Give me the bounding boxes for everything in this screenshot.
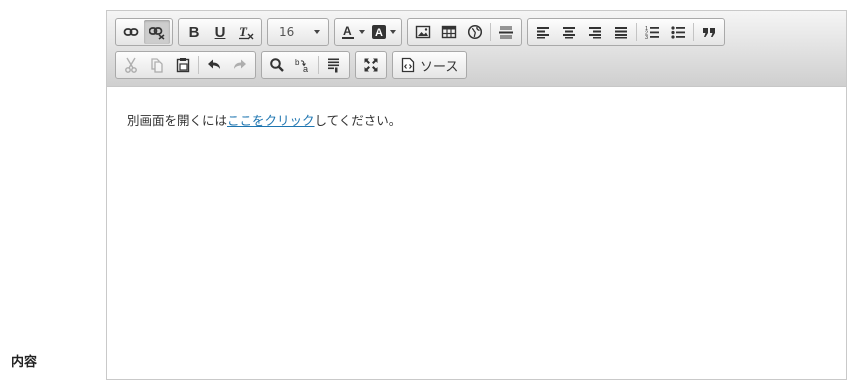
basic-styles-group: B U T — [178, 18, 262, 46]
svg-text:A: A — [375, 27, 383, 39]
editing-group: ba — [261, 51, 350, 79]
svg-text:b: b — [295, 58, 300, 67]
unlink-icon[interactable] — [144, 20, 170, 44]
svg-text:A: A — [343, 24, 352, 38]
document-group: ソース — [392, 51, 468, 79]
content-text-prefix: 別画面を開くには — [127, 113, 228, 128]
chevron-down-icon — [314, 30, 320, 34]
toolbar-separator — [318, 56, 319, 74]
undo-icon[interactable] — [201, 53, 227, 77]
editor-toolbar: B U T 16 A A 1 2 3 b a ソース — [107, 11, 846, 87]
toolbar-separator — [198, 56, 199, 74]
table-icon[interactable] — [436, 20, 462, 44]
source-label: ソース — [420, 59, 459, 75]
svg-text:T: T — [239, 24, 248, 39]
link-group — [115, 18, 173, 46]
font-size-group: 16 — [267, 18, 329, 46]
colors-group: A A — [334, 18, 402, 46]
toolbar-separator — [693, 23, 694, 41]
font-size-value: 16 — [279, 25, 295, 39]
rich-text-editor: B U T 16 A A 1 2 3 b a ソース 別画面を開くにはここをクリ… — [106, 10, 847, 380]
bulleted-list-icon[interactable] — [665, 20, 691, 44]
maximize-icon[interactable] — [358, 53, 384, 77]
link-icon[interactable] — [118, 20, 144, 44]
chevron-down-icon — [359, 30, 365, 34]
replace-icon[interactable]: ba — [290, 53, 316, 77]
iframe-icon[interactable] — [462, 20, 488, 44]
redo-icon[interactable] — [227, 53, 253, 77]
toolbar-separator — [490, 23, 491, 41]
copy-icon[interactable] — [144, 53, 170, 77]
content-field-label: 内容 — [11, 355, 38, 370]
numbered-list-icon[interactable]: 123 — [639, 20, 665, 44]
image-icon[interactable] — [410, 20, 436, 44]
source-icon — [401, 57, 415, 73]
blockquote-icon[interactable] — [696, 20, 722, 44]
svg-text:3: 3 — [645, 35, 648, 40]
clipboard-group — [115, 51, 256, 79]
content-link[interactable]: ここをクリック — [227, 113, 315, 128]
align-right-icon[interactable] — [582, 20, 608, 44]
toolbar-separator — [636, 23, 637, 41]
find-icon[interactable] — [264, 53, 290, 77]
source-button[interactable]: ソース — [395, 53, 464, 77]
cut-icon[interactable] — [118, 53, 144, 77]
editor-content-area[interactable]: 別画面を開くにはここをクリックしてください。 — [107, 87, 846, 152]
paste-icon[interactable] — [170, 53, 196, 77]
insert-group — [407, 18, 522, 46]
align-left-icon[interactable] — [530, 20, 556, 44]
justify-icon[interactable] — [608, 20, 634, 44]
paragraph-group: 123 — [527, 18, 725, 46]
background-color-icon[interactable]: A — [368, 20, 399, 44]
chevron-down-icon — [390, 30, 396, 34]
content-text-suffix: してください。 — [314, 113, 402, 128]
underline-icon[interactable]: U — [207, 20, 233, 44]
align-center-icon[interactable] — [556, 20, 582, 44]
page-break-icon[interactable] — [321, 53, 347, 77]
tools-group — [355, 51, 387, 79]
horizontal-rule-icon[interactable] — [493, 20, 519, 44]
font-size-select[interactable]: 16 — [270, 20, 326, 44]
bold-icon[interactable]: B — [181, 20, 207, 44]
remove-format-icon[interactable]: T — [233, 20, 259, 44]
text-color-icon[interactable]: A — [337, 20, 368, 44]
